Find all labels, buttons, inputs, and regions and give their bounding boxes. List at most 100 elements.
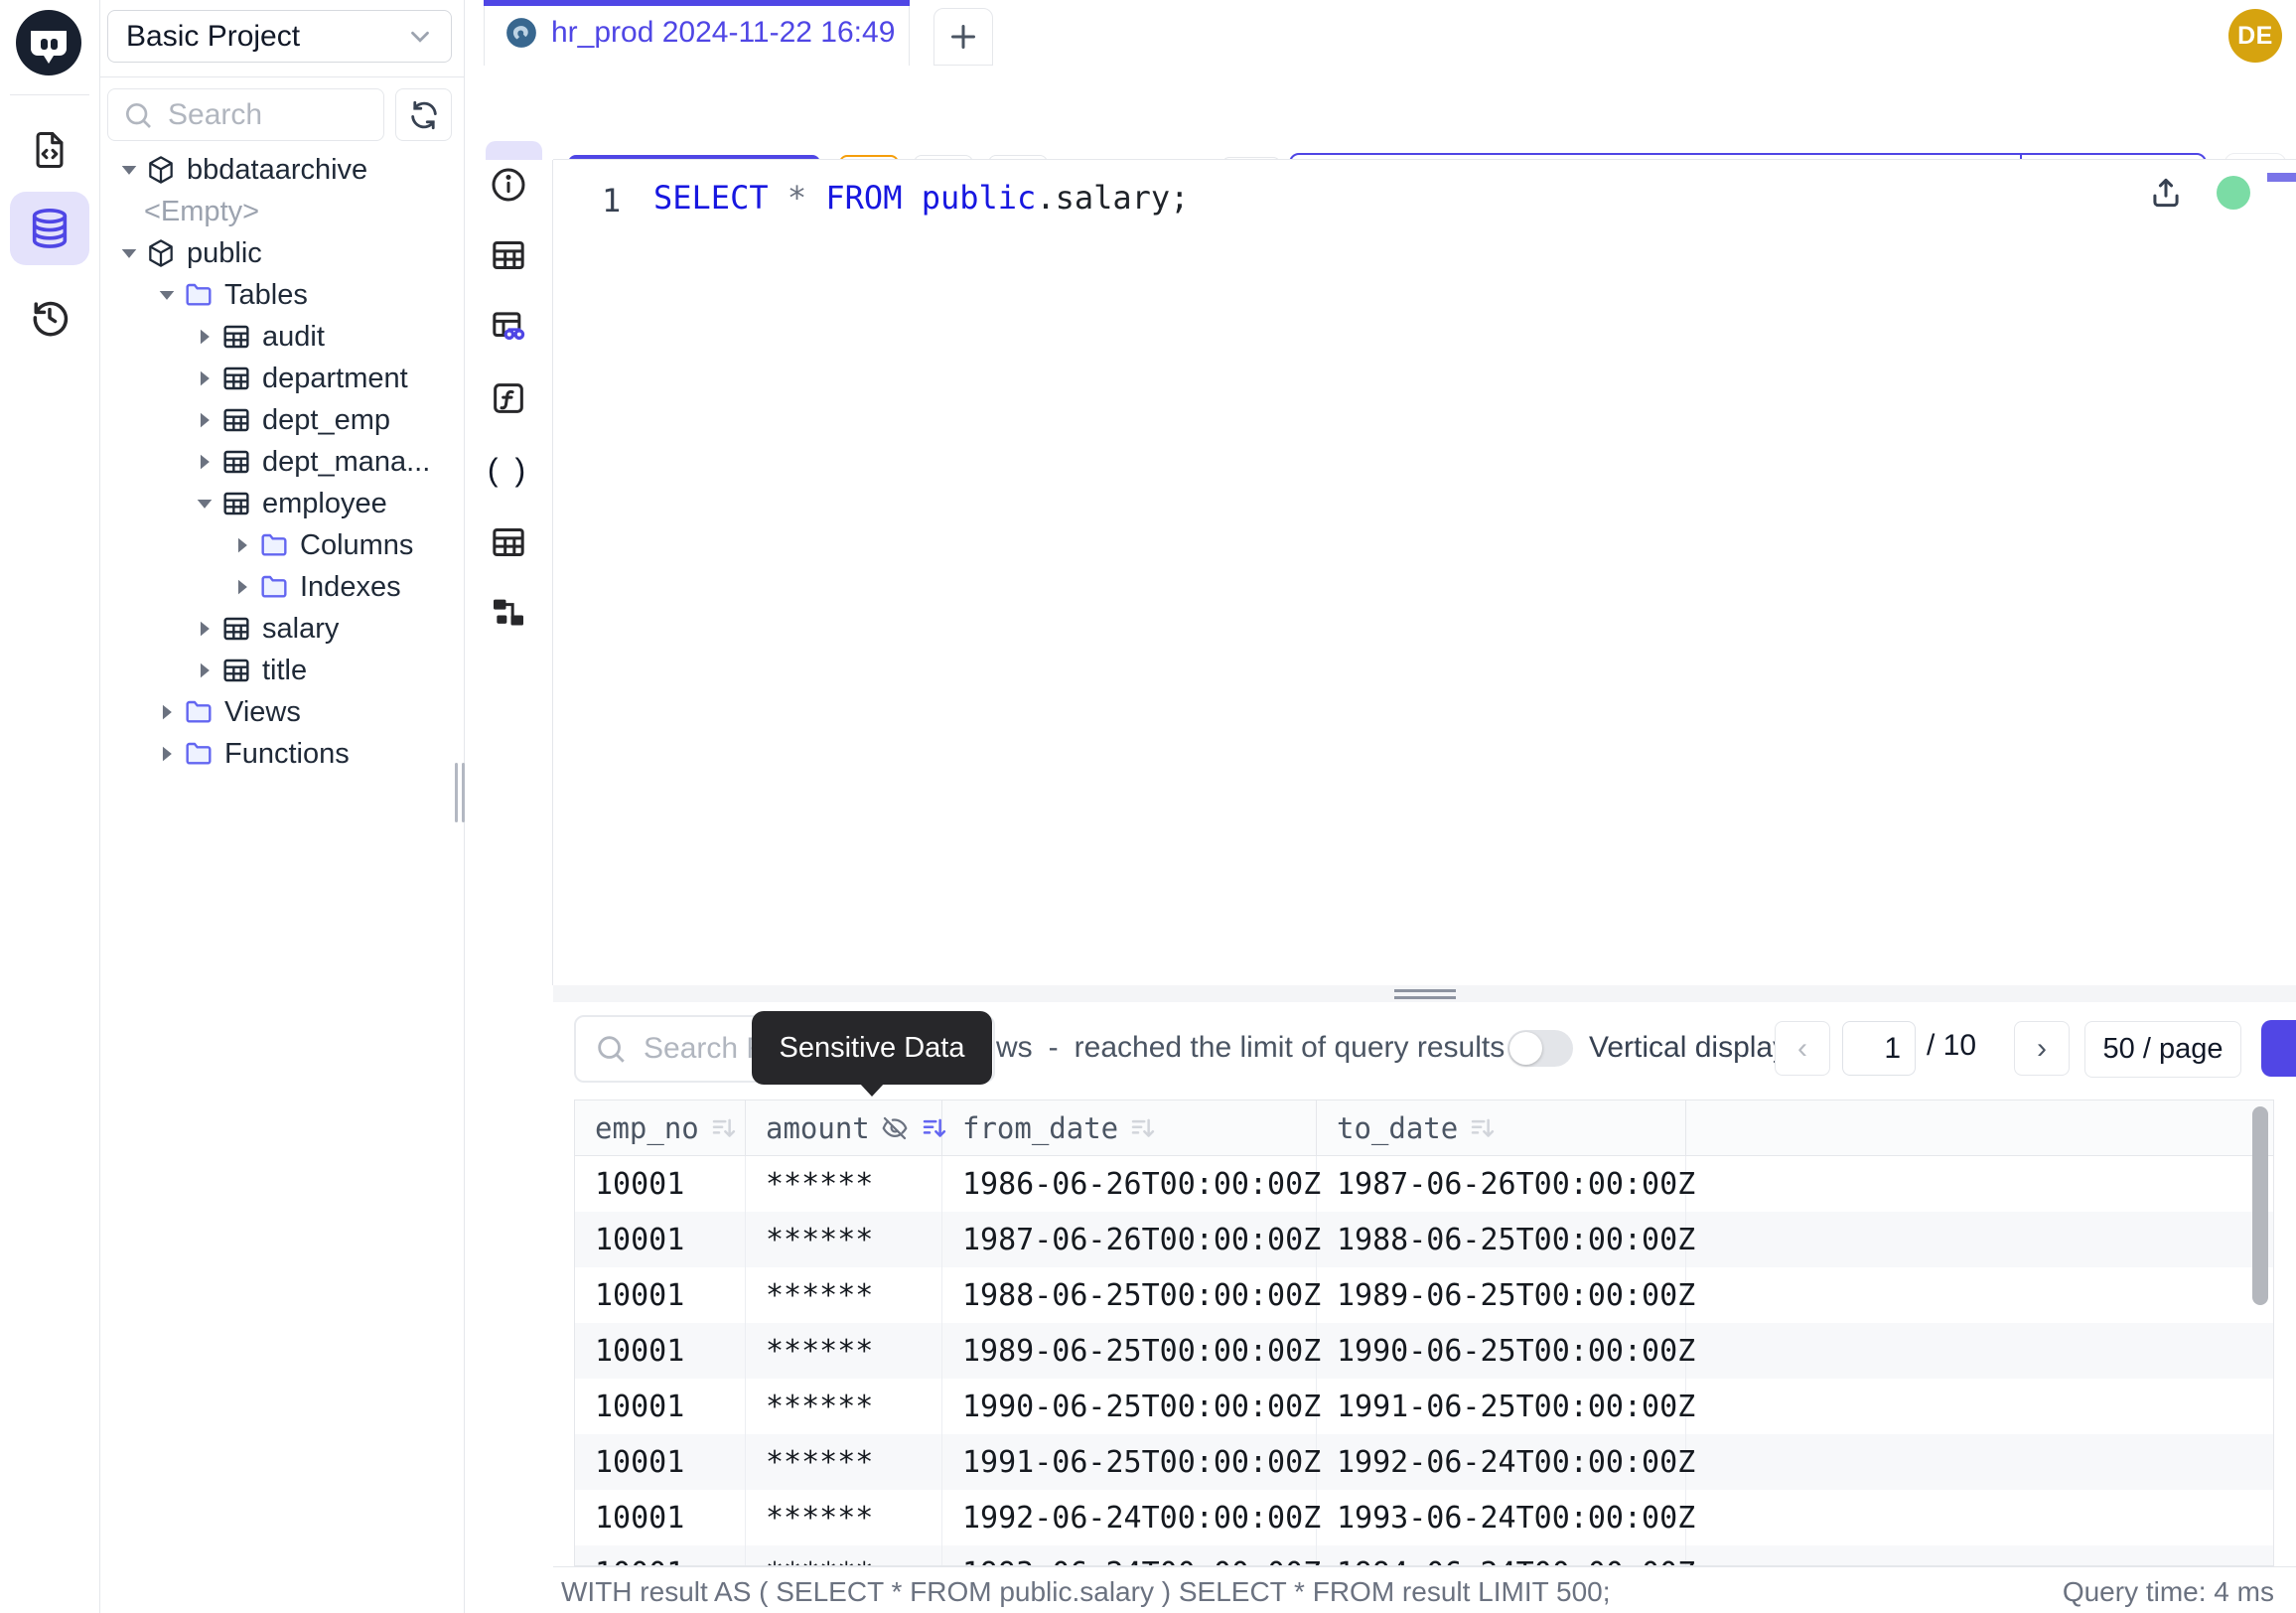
- schema-diagram-icon[interactable]: [487, 591, 530, 635]
- tree-item-bbdataarchive[interactable]: bbdataarchive: [100, 149, 464, 191]
- table-row[interactable]: 10001******1989-06-25T00:00:00Z1990-06-2…: [575, 1323, 2273, 1379]
- refresh-button[interactable]: [395, 88, 452, 141]
- table-cell: 10001: [575, 1212, 746, 1267]
- tree-item-employee[interactable]: employee: [100, 483, 464, 524]
- project-selector[interactable]: Basic Project: [107, 10, 452, 63]
- sensitive-search-icon[interactable]: [487, 306, 530, 350]
- tree-item-public[interactable]: public: [100, 232, 464, 274]
- table-row[interactable]: 10001******1990-06-25T00:00:00Z1991-06-2…: [575, 1379, 2273, 1434]
- panel-splitter[interactable]: [553, 985, 2296, 1002]
- sidebar-search[interactable]: [107, 88, 384, 141]
- column-header-amount[interactable]: amount: [746, 1100, 942, 1155]
- rail-worksheets-button[interactable]: [10, 113, 89, 187]
- schema-icon: [144, 153, 178, 187]
- vertical-display-toggle[interactable]: [1507, 1030, 1573, 1067]
- tree-item-label: Views: [224, 696, 301, 729]
- procedure-parentheses-icon[interactable]: ( ): [487, 448, 530, 492]
- add-tab-button[interactable]: [933, 8, 993, 66]
- tree-item-label: title: [262, 655, 307, 687]
- sort-icon[interactable]: [1468, 1113, 1498, 1143]
- prev-page-button[interactable]: ‹: [1775, 1021, 1830, 1076]
- table-row[interactable]: 10001******1988-06-25T00:00:00Z1989-06-2…: [575, 1267, 2273, 1323]
- page-number-input[interactable]: [1842, 1021, 1916, 1076]
- caret-right-icon[interactable]: [152, 697, 182, 727]
- sidebar-resize-handle[interactable]: [455, 763, 465, 822]
- eye-off-icon: [880, 1113, 910, 1143]
- sort-icon[interactable]: [1128, 1113, 1158, 1143]
- table-icon: [219, 362, 253, 395]
- tree-item-audit[interactable]: audit: [100, 316, 464, 358]
- tree-item-tables[interactable]: Tables: [100, 274, 464, 316]
- table-scrollbar-thumb[interactable]: [2252, 1106, 2268, 1305]
- table-row[interactable]: 10001******1986-06-26T00:00:00Z1987-06-2…: [575, 1156, 2273, 1212]
- column-header-from_date[interactable]: from_date: [942, 1100, 1317, 1155]
- caret-right-icon[interactable]: [190, 656, 219, 685]
- caret-right-icon[interactable]: [190, 614, 219, 644]
- caret-right-icon[interactable]: [152, 739, 182, 769]
- app-rail: [0, 0, 100, 1613]
- caret-down-icon[interactable]: [190, 489, 219, 518]
- column-header-to_date[interactable]: to_date: [1317, 1100, 1686, 1155]
- tree-item-label: audit: [262, 321, 325, 354]
- sql-token: public: [922, 179, 1037, 217]
- tree-item-indexes[interactable]: Indexes: [100, 566, 464, 608]
- caret-right-icon[interactable]: [227, 530, 257, 560]
- sidebar-search-input[interactable]: [166, 97, 369, 133]
- page-size-select[interactable]: 50 / page: [2084, 1021, 2241, 1078]
- sql-editor[interactable]: 1 SELECT * FROM public.salary;: [553, 160, 2296, 985]
- plus-icon: [945, 19, 981, 55]
- column-header-emp_no[interactable]: emp_no: [575, 1100, 746, 1155]
- export-button-partial[interactable]: [2261, 1020, 2296, 1077]
- table-cell: 1990-06-25T00:00:00Z: [942, 1379, 1317, 1434]
- column-name: emp_no: [595, 1111, 699, 1145]
- tree-item-salary[interactable]: salary: [100, 608, 464, 650]
- tree-item-functions[interactable]: Functions: [100, 733, 464, 775]
- rail-history-button[interactable]: [10, 280, 89, 354]
- function-icon[interactable]: [487, 376, 530, 420]
- caret-right-icon[interactable]: [227, 572, 257, 602]
- next-page-button[interactable]: ›: [2014, 1021, 2070, 1076]
- tree-item-label: dept_mana...: [262, 446, 430, 479]
- caret-right-icon[interactable]: [190, 447, 219, 477]
- history-icon: [28, 295, 72, 339]
- tree-item-views[interactable]: Views: [100, 691, 464, 733]
- bytebase-logo-icon[interactable]: [15, 9, 82, 76]
- caret-down-icon[interactable]: [114, 155, 144, 185]
- sort-icon[interactable]: [709, 1113, 739, 1143]
- tab-worksheet[interactable]: hr_prod 2024-11-22 16:49: [484, 0, 910, 66]
- tree-item-dept-mana-[interactable]: dept_mana...: [100, 441, 464, 483]
- tree-item-label: bbdataarchive: [187, 154, 367, 187]
- table-row[interactable]: 10001******1991-06-25T00:00:00Z1992-06-2…: [575, 1434, 2273, 1490]
- caret-right-icon[interactable]: [190, 405, 219, 435]
- sidebar-divider: [100, 76, 464, 77]
- info-icon[interactable]: [487, 163, 530, 207]
- caret-right-icon[interactable]: [190, 364, 219, 393]
- vertical-display-label: Vertical display: [1589, 1031, 1788, 1065]
- folder-icon: [257, 570, 291, 604]
- table-cell: 1989-06-25T00:00:00Z: [1317, 1267, 1686, 1323]
- table-icon[interactable]: [487, 233, 530, 277]
- caret-down-icon[interactable]: [152, 280, 182, 310]
- results-table: emp_noamountfrom_dateto_date 10001******…: [574, 1100, 2274, 1566]
- upload-icon[interactable]: [2147, 174, 2185, 212]
- tree-item-dept-emp[interactable]: dept_emp: [100, 399, 464, 441]
- table-row[interactable]: 10001******1993-06-24T00:00:00Z1994-06-2…: [575, 1545, 2273, 1566]
- results-info-text: ws-reached the limit of query results: [996, 1031, 1505, 1065]
- line-number: 1: [602, 182, 621, 220]
- tree-item-columns[interactable]: Columns: [100, 524, 464, 566]
- table-row[interactable]: 10001******1992-06-24T00:00:00Z1993-06-2…: [575, 1490, 2273, 1545]
- tree-item-department[interactable]: department: [100, 358, 464, 399]
- query-time-label: Query time: 4 ms: [2063, 1576, 2274, 1608]
- sql-statement: SELECT * FROM public.salary;: [653, 179, 1189, 217]
- table-cell: ******: [746, 1434, 942, 1490]
- caret-right-icon[interactable]: [190, 322, 219, 352]
- tree-item--empty-[interactable]: <Empty>: [100, 191, 464, 232]
- column-header-empty[interactable]: [1686, 1100, 2273, 1155]
- caret-down-icon[interactable]: [114, 238, 144, 268]
- rail-databases-button[interactable]: [10, 192, 89, 265]
- table-row[interactable]: 10001******1987-06-26T00:00:00Z1988-06-2…: [575, 1212, 2273, 1267]
- external-table-icon[interactable]: [487, 520, 530, 564]
- tree-item-title[interactable]: title: [100, 650, 464, 691]
- caret-spacer: [114, 197, 144, 226]
- user-avatar[interactable]: DE: [2228, 9, 2282, 63]
